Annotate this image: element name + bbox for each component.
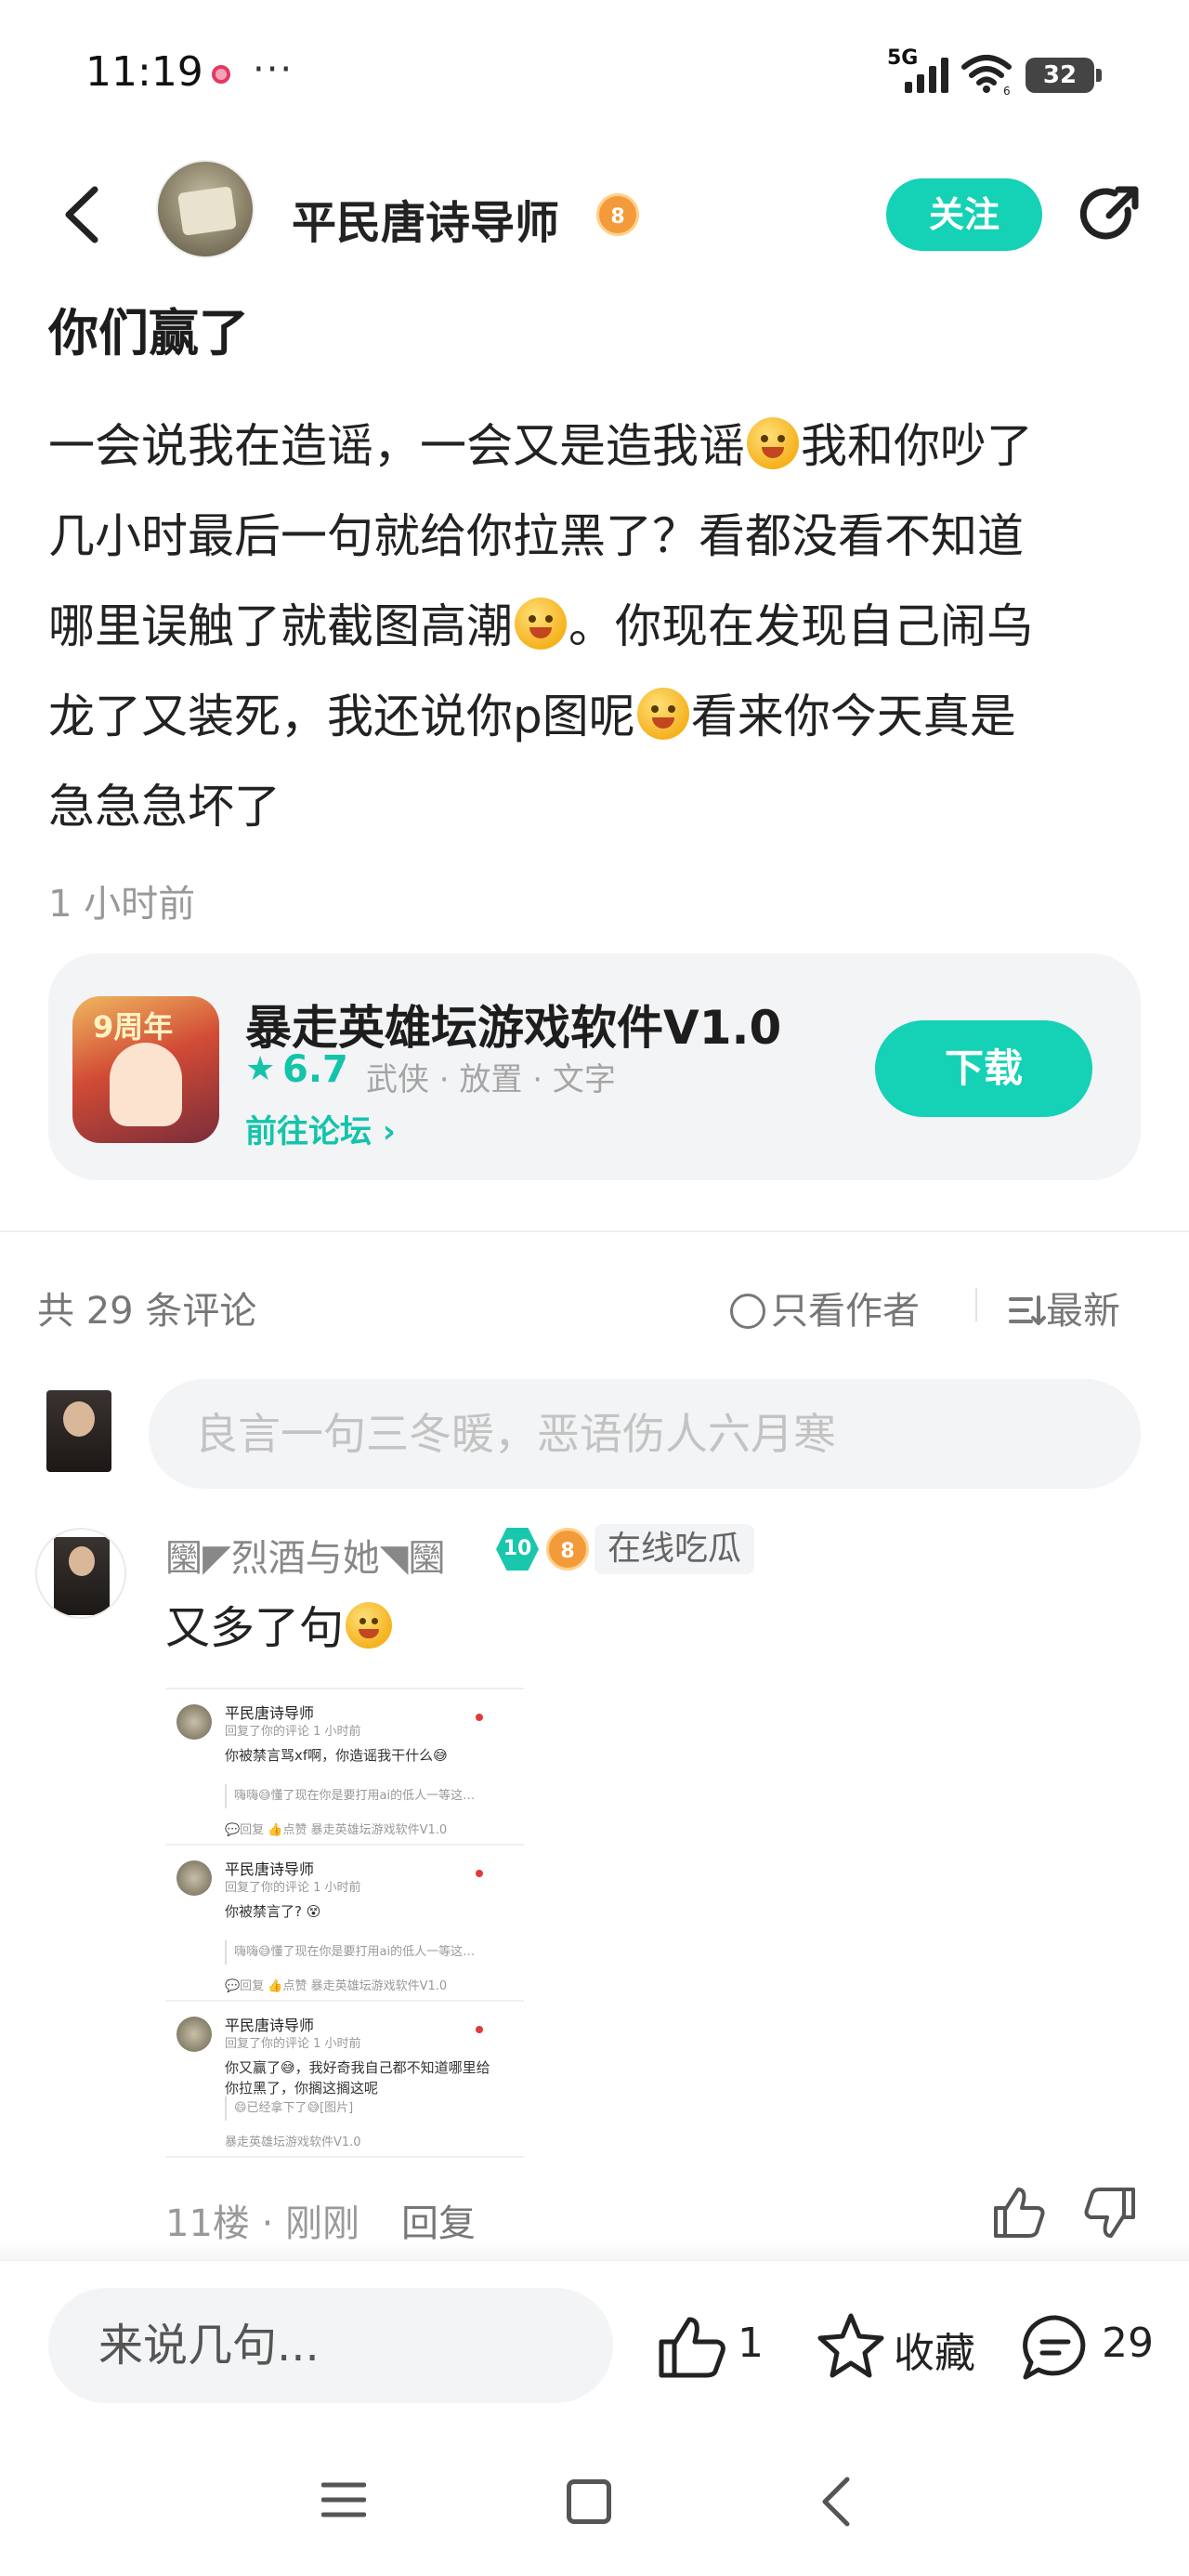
bottom-fade	[0, 2240, 1189, 2262]
tongue-emoji-icon	[747, 417, 799, 469]
share-icon[interactable]	[1076, 182, 1143, 249]
post-line-2: 几小时最后一句就给你拉黑了？看都没看不知道	[48, 509, 1024, 563]
status-more-icon: ···	[253, 48, 294, 91]
screenshot-item: 平民唐诗导师 回复了你的评论 1 小时前 你又赢了😅，我好奇我自己都不知道哪里给…	[165, 2002, 524, 2158]
avatar	[176, 1860, 212, 1896]
author-level-text: 8	[610, 205, 625, 229]
app-tags: 武侠 · 放置 · 文字	[366, 1061, 616, 1098]
comment-total: 29	[1102, 2320, 1154, 2367]
star-icon: ★	[245, 1050, 276, 1088]
commenter-avatar[interactable]	[35, 1528, 126, 1619]
post-title: 你们赢了	[48, 304, 249, 362]
post-line-5: 急急急坏了	[48, 780, 281, 834]
grin-emoji-icon	[515, 598, 567, 650]
thumbs-up-icon[interactable]	[990, 2184, 1048, 2241]
follow-button[interactable]: 关注	[886, 178, 1042, 251]
signal-icon	[905, 58, 948, 93]
comment-count: 共 29 条评论	[37, 1290, 257, 1333]
post-body: 一会说我在造谣，一会又是造我谣 我和你吵了 几小时最后一句就给你拉黑了？看都没看不…	[48, 401, 1144, 852]
bottom-comment-input[interactable]: 来说几句...	[48, 2288, 613, 2403]
screenshot-item: 平民唐诗导师 回复了你的评论 1 小时前 你被禁言了? 😵 嗨嗨😅懂了现在你是要…	[165, 1846, 524, 2002]
my-avatar	[46, 1390, 111, 1472]
wifi-sub-label: 6	[1003, 85, 1011, 95]
post-line-3: 哪里误触了就截图高潮 。你现在发现自己闹乌	[48, 598, 1033, 653]
comment-input[interactable]: 良言一句三冬暖，恶语伤人六月寒	[149, 1379, 1141, 1489]
tongue-emoji-icon	[636, 688, 689, 740]
app-icon-label: 9周年	[93, 1009, 174, 1045]
download-button[interactable]: 下载	[875, 1020, 1092, 1117]
avatar	[176, 1704, 212, 1740]
comment-image[interactable]: 平民唐诗导师 回复了你的评论 1 小时前 你被禁言骂xf啊，你造谣我干什么😅 嗨…	[165, 1688, 524, 2162]
nav-back-icon[interactable]	[817, 2476, 855, 2528]
commenter-name[interactable]: 圞◤烈酒与她◥圞	[165, 1528, 446, 1582]
status-time: 11:19	[85, 48, 203, 96]
thumbs-down-icon[interactable]	[1081, 2184, 1139, 2241]
star-favorite-icon[interactable]	[816, 2310, 886, 2381]
author-only-label: 只看作者	[771, 1290, 920, 1333]
forum-link[interactable]: 前往论坛 ›	[245, 1106, 396, 1151]
comment-bubble-icon[interactable]	[1020, 2312, 1091, 2383]
notification-dot-icon	[212, 65, 230, 84]
post-line-1: 一会说我在造谣，一会又是造我谣 我和你吵了	[48, 417, 1033, 473]
battery-icon: 32	[1026, 58, 1102, 93]
author-only-toggle[interactable]: 只看作者	[730, 1281, 920, 1334]
author-name[interactable]: 平民唐诗导师	[292, 186, 559, 251]
app-rating: 6.7	[282, 1048, 348, 1091]
red-dot-icon	[476, 2026, 483, 2033]
section-divider	[0, 1230, 1189, 1232]
smile-emoji-icon	[346, 1602, 393, 1649]
post-line-4: 龙了又装死，我还说你p图呢 看来你今天真是	[48, 688, 1016, 743]
user-tag: 在线吃瓜	[594, 1524, 755, 1574]
wifi-icon: 6	[961, 55, 1012, 95]
separator	[975, 1288, 977, 1321]
avatar	[176, 2017, 212, 2052]
favorite-label[interactable]: 收藏	[894, 2320, 975, 2379]
menu-icon[interactable]	[321, 2481, 366, 2518]
sort-icon	[1009, 1295, 1046, 1325]
like-count: 1	[738, 2320, 764, 2367]
like-icon[interactable]	[656, 2314, 730, 2381]
screenshot-item: 平民唐诗导师 回复了你的评论 1 小时前 你被禁言骂xf啊，你造谣我干什么😅 嗨…	[165, 1689, 524, 1846]
author-avatar[interactable]	[156, 160, 255, 258]
post-time: 1 小时前	[48, 883, 196, 926]
sort-label: 最新	[1046, 1290, 1120, 1333]
fan-badge: 8	[546, 1528, 589, 1571]
red-dot-icon	[476, 1870, 483, 1877]
author-level-badge: 8	[596, 193, 639, 236]
comment-text: 又多了句	[165, 1591, 394, 1656]
level-badge: 10	[496, 1528, 539, 1571]
home-icon[interactable]	[567, 2479, 611, 2524]
back-button[interactable]	[54, 182, 110, 247]
sort-latest-button[interactable]: 最新	[1009, 1281, 1120, 1334]
radio-circle-icon	[730, 1294, 765, 1329]
red-dot-icon	[476, 1714, 483, 1721]
